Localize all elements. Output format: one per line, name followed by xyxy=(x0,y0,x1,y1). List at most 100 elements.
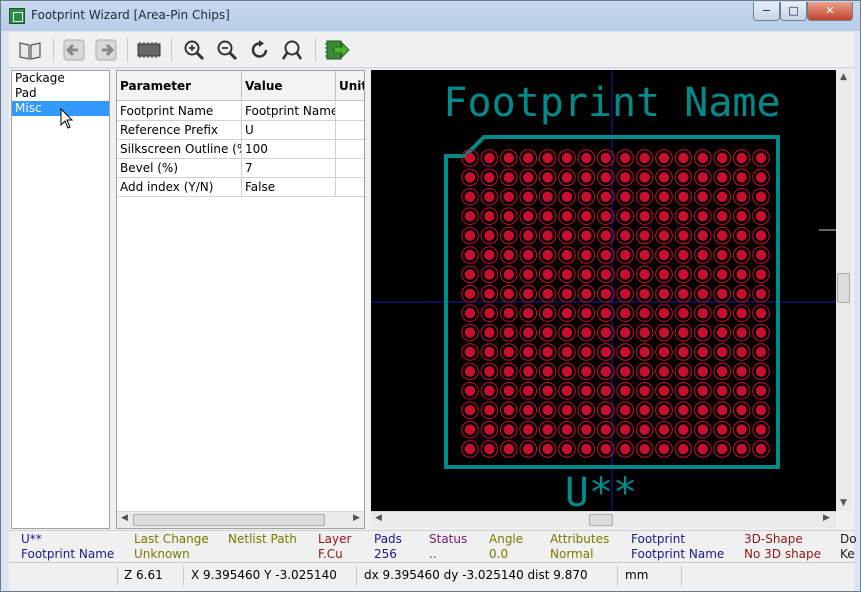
pad[interactable] xyxy=(658,249,670,261)
pad[interactable] xyxy=(581,249,592,261)
column-header-units[interactable]: Units xyxy=(336,71,364,101)
pad[interactable] xyxy=(639,288,650,299)
pad[interactable] xyxy=(678,249,689,261)
pad[interactable] xyxy=(697,405,708,416)
pad[interactable] xyxy=(697,443,708,455)
pad[interactable] xyxy=(639,269,650,280)
pad[interactable] xyxy=(639,405,650,416)
minimize-button[interactable]: − xyxy=(753,2,780,21)
pad[interactable] xyxy=(600,405,611,416)
pad[interactable] xyxy=(736,308,747,319)
pad[interactable] xyxy=(755,405,767,416)
pad[interactable] xyxy=(561,366,573,377)
scroll-left-icon[interactable]: ◀ xyxy=(375,513,382,523)
scroll-up-icon[interactable]: ▲ xyxy=(840,72,847,82)
pad[interactable] xyxy=(581,443,592,455)
pad[interactable] xyxy=(697,269,708,280)
pad[interactable] xyxy=(484,443,495,455)
pad[interactable] xyxy=(697,327,708,338)
pad[interactable] xyxy=(581,346,592,358)
pad[interactable] xyxy=(620,327,631,338)
pad[interactable] xyxy=(639,152,650,164)
pad[interactable] xyxy=(639,346,650,358)
pad[interactable] xyxy=(639,249,650,261)
pad[interactable] xyxy=(503,230,514,241)
pad[interactable] xyxy=(697,172,708,183)
pad[interactable] xyxy=(542,211,553,222)
pad[interactable] xyxy=(697,230,708,241)
pad[interactable] xyxy=(736,288,747,299)
pad[interactable] xyxy=(561,443,573,455)
pad[interactable] xyxy=(581,211,592,222)
pad[interactable] xyxy=(620,269,631,280)
pad[interactable] xyxy=(581,405,592,416)
pad[interactable] xyxy=(503,152,514,164)
pad[interactable] xyxy=(464,366,476,377)
pad[interactable] xyxy=(755,211,767,222)
pad[interactable] xyxy=(755,269,767,280)
pad[interactable] xyxy=(600,385,611,396)
pad[interactable] xyxy=(620,172,631,183)
pad[interactable] xyxy=(503,424,514,435)
pad[interactable] xyxy=(697,249,708,261)
pad[interactable] xyxy=(561,405,573,416)
pad[interactable] xyxy=(503,288,514,299)
pad[interactable] xyxy=(736,443,747,455)
pad[interactable] xyxy=(503,269,514,280)
pad[interactable] xyxy=(678,172,689,183)
pad[interactable] xyxy=(464,424,476,435)
scroll-right-icon[interactable]: ▶ xyxy=(823,513,830,523)
pad[interactable] xyxy=(600,366,611,377)
pad[interactable] xyxy=(620,191,631,202)
pad[interactable] xyxy=(600,327,611,338)
pad[interactable] xyxy=(620,211,631,222)
pad[interactable] xyxy=(600,249,611,261)
pad[interactable] xyxy=(464,191,476,202)
pad[interactable] xyxy=(523,172,534,183)
scrollbar-thumb[interactable] xyxy=(133,514,325,526)
pad[interactable] xyxy=(620,308,631,319)
pad[interactable] xyxy=(523,230,534,241)
pad[interactable] xyxy=(717,152,728,164)
pad[interactable] xyxy=(678,385,689,396)
pad[interactable] xyxy=(503,308,514,319)
pad[interactable] xyxy=(678,152,689,164)
pad[interactable] xyxy=(658,172,670,183)
pad[interactable] xyxy=(523,366,534,377)
pad[interactable] xyxy=(542,230,553,241)
pad[interactable] xyxy=(639,366,650,377)
pad[interactable] xyxy=(561,152,573,164)
pad[interactable] xyxy=(542,443,553,455)
grid-horizontal-scrollbar[interactable]: ◀ ▶ xyxy=(117,511,364,528)
pad[interactable] xyxy=(561,211,573,222)
pad[interactable] xyxy=(658,152,670,164)
pad[interactable] xyxy=(561,249,573,261)
pad[interactable] xyxy=(639,230,650,241)
pad[interactable] xyxy=(755,152,767,164)
pad[interactable] xyxy=(717,424,728,435)
pad[interactable] xyxy=(464,443,476,455)
pad[interactable] xyxy=(736,385,747,396)
pad[interactable] xyxy=(503,191,514,202)
pad[interactable] xyxy=(620,288,631,299)
pad[interactable] xyxy=(484,308,495,319)
param-value-cell[interactable]: False xyxy=(242,178,336,197)
scroll-right-icon[interactable]: ▶ xyxy=(353,513,360,523)
pad[interactable] xyxy=(736,424,747,435)
pad[interactable] xyxy=(600,152,611,164)
pad[interactable] xyxy=(620,249,631,261)
pad[interactable] xyxy=(523,152,534,164)
pad[interactable] xyxy=(717,385,728,396)
pad[interactable] xyxy=(658,366,670,377)
pad[interactable] xyxy=(542,152,553,164)
pad[interactable] xyxy=(523,424,534,435)
pad[interactable] xyxy=(464,327,476,338)
pad[interactable] xyxy=(523,405,534,416)
footprint-icon[interactable] xyxy=(136,37,162,63)
pad[interactable] xyxy=(620,152,631,164)
pad[interactable] xyxy=(523,443,534,455)
pad[interactable] xyxy=(484,346,495,358)
pad[interactable] xyxy=(503,366,514,377)
pad[interactable] xyxy=(658,405,670,416)
pad[interactable] xyxy=(658,327,670,338)
